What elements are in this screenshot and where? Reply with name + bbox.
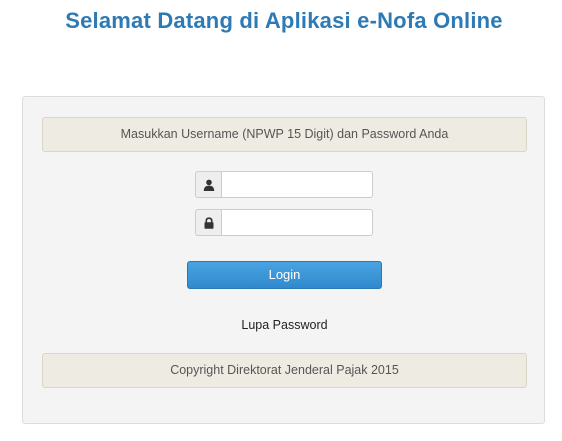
- password-input[interactable]: [221, 209, 373, 236]
- username-field-group: [195, 171, 373, 198]
- copyright-footer: Copyright Direktorat Jenderal Pajak 2015: [42, 353, 527, 388]
- password-field-group: [195, 209, 373, 236]
- login-panel: Masukkan Username (NPWP 15 Digit) dan Pa…: [22, 96, 545, 424]
- page: Selamat Datang di Aplikasi e-Nofa Online…: [0, 0, 562, 441]
- forgot-password-link[interactable]: Lupa Password: [23, 318, 546, 332]
- user-icon: [195, 171, 221, 198]
- page-title: Selamat Datang di Aplikasi e-Nofa Online: [65, 8, 503, 33]
- username-input[interactable]: [221, 171, 373, 198]
- login-button[interactable]: Login: [187, 261, 382, 289]
- instruction-notice: Masukkan Username (NPWP 15 Digit) dan Pa…: [42, 117, 527, 152]
- lock-icon: [195, 209, 221, 236]
